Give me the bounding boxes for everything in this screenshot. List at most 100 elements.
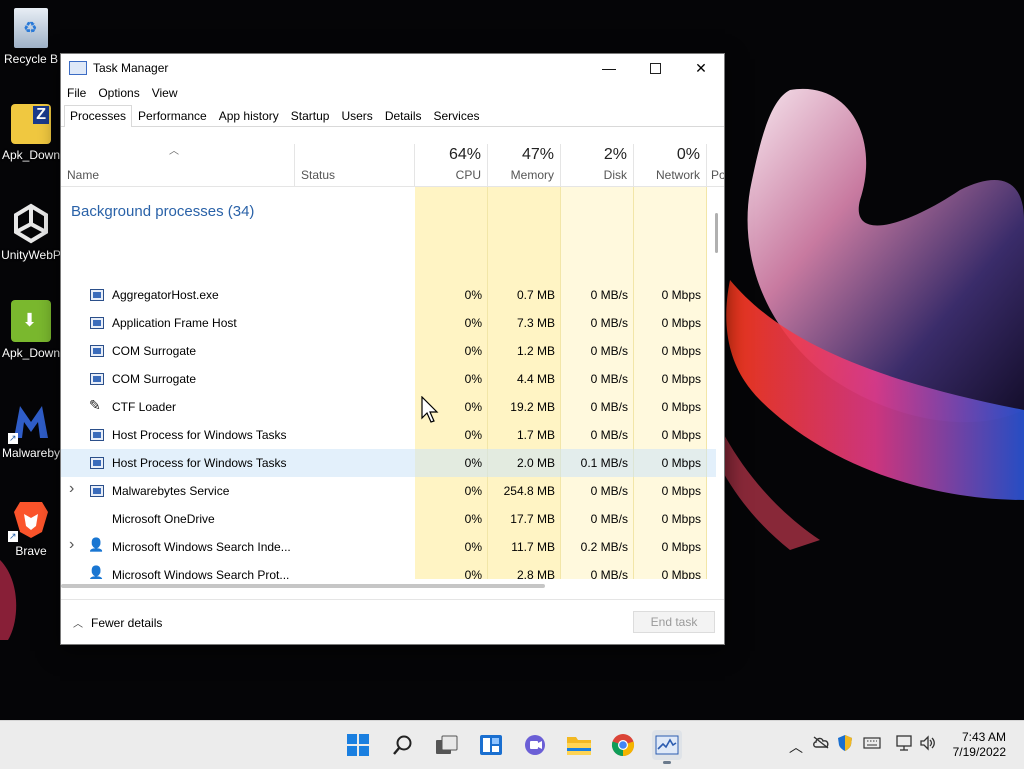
memory-cell: 11.7 MB <box>511 540 555 554</box>
minimize-icon: — <box>602 60 616 76</box>
menu-file[interactable]: File <box>67 86 86 100</box>
disk-cell: 0.2 MB/s <box>580 540 628 554</box>
desktop-icon-apk-downloader[interactable]: Z Apk_Down <box>0 104 62 162</box>
disk-cell: 0 MB/s <box>590 400 628 414</box>
expand-chevron-icon[interactable]: › <box>69 536 74 554</box>
column-cpu[interactable]: 64% CPU <box>415 144 488 186</box>
chevron-up-icon[interactable]: ︿ <box>789 737 803 757</box>
disk-cell: 0 MB/s <box>590 568 628 579</box>
table-row[interactable]: AggregatorHost.exe 0% 0.7 MB 0 MB/s 0 Mbps <box>61 281 716 309</box>
task-manager-taskbar-button[interactable] <box>652 730 682 764</box>
tab-performance[interactable]: Performance <box>132 105 213 126</box>
network-cell: 0 Mbps <box>661 456 701 470</box>
title-bar[interactable]: Task Manager — ✕ <box>61 54 724 82</box>
tab-details[interactable]: Details <box>379 105 428 126</box>
close-button[interactable]: ✕ <box>678 54 724 82</box>
tab-strip: Processes Performance App history Startu… <box>61 104 724 127</box>
recycle-bin-icon: ♻ <box>14 8 48 48</box>
column-network-label: Network <box>655 168 700 182</box>
column-power[interactable]: Po <box>707 144 724 186</box>
column-name[interactable]: ︿ Name <box>61 144 295 186</box>
start-icon <box>347 734 369 756</box>
file-explorer-button[interactable] <box>564 730 594 760</box>
memory-cell: 254.8 MB <box>503 484 555 498</box>
column-power-label: Po <box>711 168 725 182</box>
process-name: Microsoft OneDrive <box>112 512 215 526</box>
desktop-icon-label: UnityWebP <box>1 248 61 262</box>
group-background-processes[interactable]: Background processes (34) <box>71 203 254 220</box>
horizontal-scrollbar-thumb[interactable] <box>61 584 545 588</box>
process-name: Application Frame Host <box>112 316 237 330</box>
network-cell: 0 Mbps <box>661 540 701 554</box>
minimize-button[interactable]: — <box>586 54 632 82</box>
table-row[interactable]: › Microsoft Windows Search Inde... 0% 11.7 … <box>61 533 716 561</box>
fewer-details-label: Fewer details <box>91 616 163 630</box>
table-row[interactable]: COM Surrogate 0% 4.4 MB 0 MB/s 0 Mbps <box>61 365 716 393</box>
table-row[interactable]: COM Surrogate 0% 1.2 MB 0 MB/s 0 Mbps <box>61 337 716 365</box>
cpu-percent: 64% <box>448 146 481 163</box>
desktop-icon-brave[interactable]: ↗ Brave <box>0 498 62 558</box>
column-memory[interactable]: 47% Memory <box>488 144 561 186</box>
desktop-icon-recycle-bin[interactable]: ♻ Recycle B <box>0 8 62 66</box>
column-disk[interactable]: 2% Disk <box>561 144 634 186</box>
table-row[interactable]: CTF Loader 0% 19.2 MB 0 MB/s 0 Mbps <box>61 393 716 421</box>
table-row[interactable]: Host Process for Windows Tasks 0% 1.7 MB 0 … <box>61 421 716 449</box>
wallpaper-bloom <box>700 88 1024 550</box>
process-name: Malwarebytes Service <box>112 484 230 498</box>
process-name: CTF Loader <box>112 400 177 414</box>
desktop-icon-unity-web-player[interactable]: UnityWebP <box>0 202 62 262</box>
keyboard-icon[interactable] <box>863 736 881 752</box>
vertical-scrollbar-thumb[interactable] <box>715 213 718 253</box>
maximize-button[interactable] <box>632 54 678 82</box>
menu-options[interactable]: Options <box>98 86 139 100</box>
end-task-button[interactable]: End task <box>633 611 715 633</box>
network-icon[interactable] <box>895 735 913 754</box>
desktop-icon-label: Brave <box>15 544 47 558</box>
memory-percent: 47% <box>521 146 554 163</box>
table-row[interactable]: Microsoft Windows Search Prot... 0% 2.8 MB… <box>61 561 716 579</box>
chrome-button[interactable] <box>608 730 638 760</box>
table-row[interactable]: Microsoft OneDrive 0% 17.7 MB 0 MB/s 0 Mbps <box>61 505 716 533</box>
memory-cell: 7.3 MB <box>516 316 555 330</box>
column-cpu-label: CPU <box>455 168 481 182</box>
cpu-cell: 0% <box>464 344 482 358</box>
disk-percent: 2% <box>603 146 627 163</box>
menu-view[interactable]: View <box>152 86 178 100</box>
table-row[interactable]: Host Process for Windows Tasks 0% 2.0 MB 0.… <box>61 449 716 477</box>
network-cell: 0 Mbps <box>661 288 701 302</box>
cpu-cell: 0% <box>464 540 482 554</box>
expand-chevron-icon[interactable]: › <box>69 480 74 498</box>
tab-app-history[interactable]: App history <box>213 105 285 126</box>
network-cell: 0 Mbps <box>661 512 701 526</box>
search-indexer-icon <box>88 565 104 579</box>
cpu-cell: 0% <box>464 512 482 526</box>
security-icon[interactable] <box>837 734 853 755</box>
table-row[interactable]: › Malwarebytes Service 0% 254.8 MB 0 MB/s 0 M… <box>61 477 716 505</box>
memory-cell: 19.2 MB <box>510 400 555 414</box>
tab-services[interactable]: Services <box>428 105 486 126</box>
onedrive-icon[interactable] <box>812 735 830 752</box>
taskbar-clock[interactable]: 7:43 AM 7/19/2022 <box>953 730 1006 760</box>
tab-processes[interactable]: Processes <box>64 105 133 127</box>
widgets-button[interactable] <box>476 730 506 760</box>
search-button[interactable] <box>388 730 418 760</box>
table-row[interactable]: Application Frame Host 0% 7.3 MB 0 MB/s 0 Mb… <box>61 309 716 337</box>
chrome-icon <box>611 734 635 757</box>
process-name: AggregatorHost.exe <box>112 288 219 302</box>
tab-startup[interactable]: Startup <box>285 105 336 126</box>
process-list: Background processes (34) AggregatorHost… <box>61 187 724 579</box>
column-network[interactable]: 0% Network <box>634 144 707 186</box>
fewer-details-button[interactable]: ︿ Fewer details <box>73 615 162 630</box>
task-view-button[interactable] <box>432 730 462 760</box>
teams-chat-button[interactable] <box>520 730 550 760</box>
column-status[interactable]: Status <box>295 144 415 186</box>
tab-users[interactable]: Users <box>335 105 378 126</box>
task-manager-icon <box>655 735 679 755</box>
desktop-icon-malwarebytes[interactable]: ↗ Malwareby <box>0 400 62 460</box>
brave-icon: ↗ <box>8 498 52 542</box>
apk-icon: ⬇ <box>11 300 51 342</box>
desktop-icon-apk-downloader-2[interactable]: ⬇ Apk_Down <box>0 300 62 360</box>
window-title: Task Manager <box>93 61 169 75</box>
start-button[interactable] <box>343 730 373 760</box>
volume-icon[interactable] <box>919 735 937 754</box>
